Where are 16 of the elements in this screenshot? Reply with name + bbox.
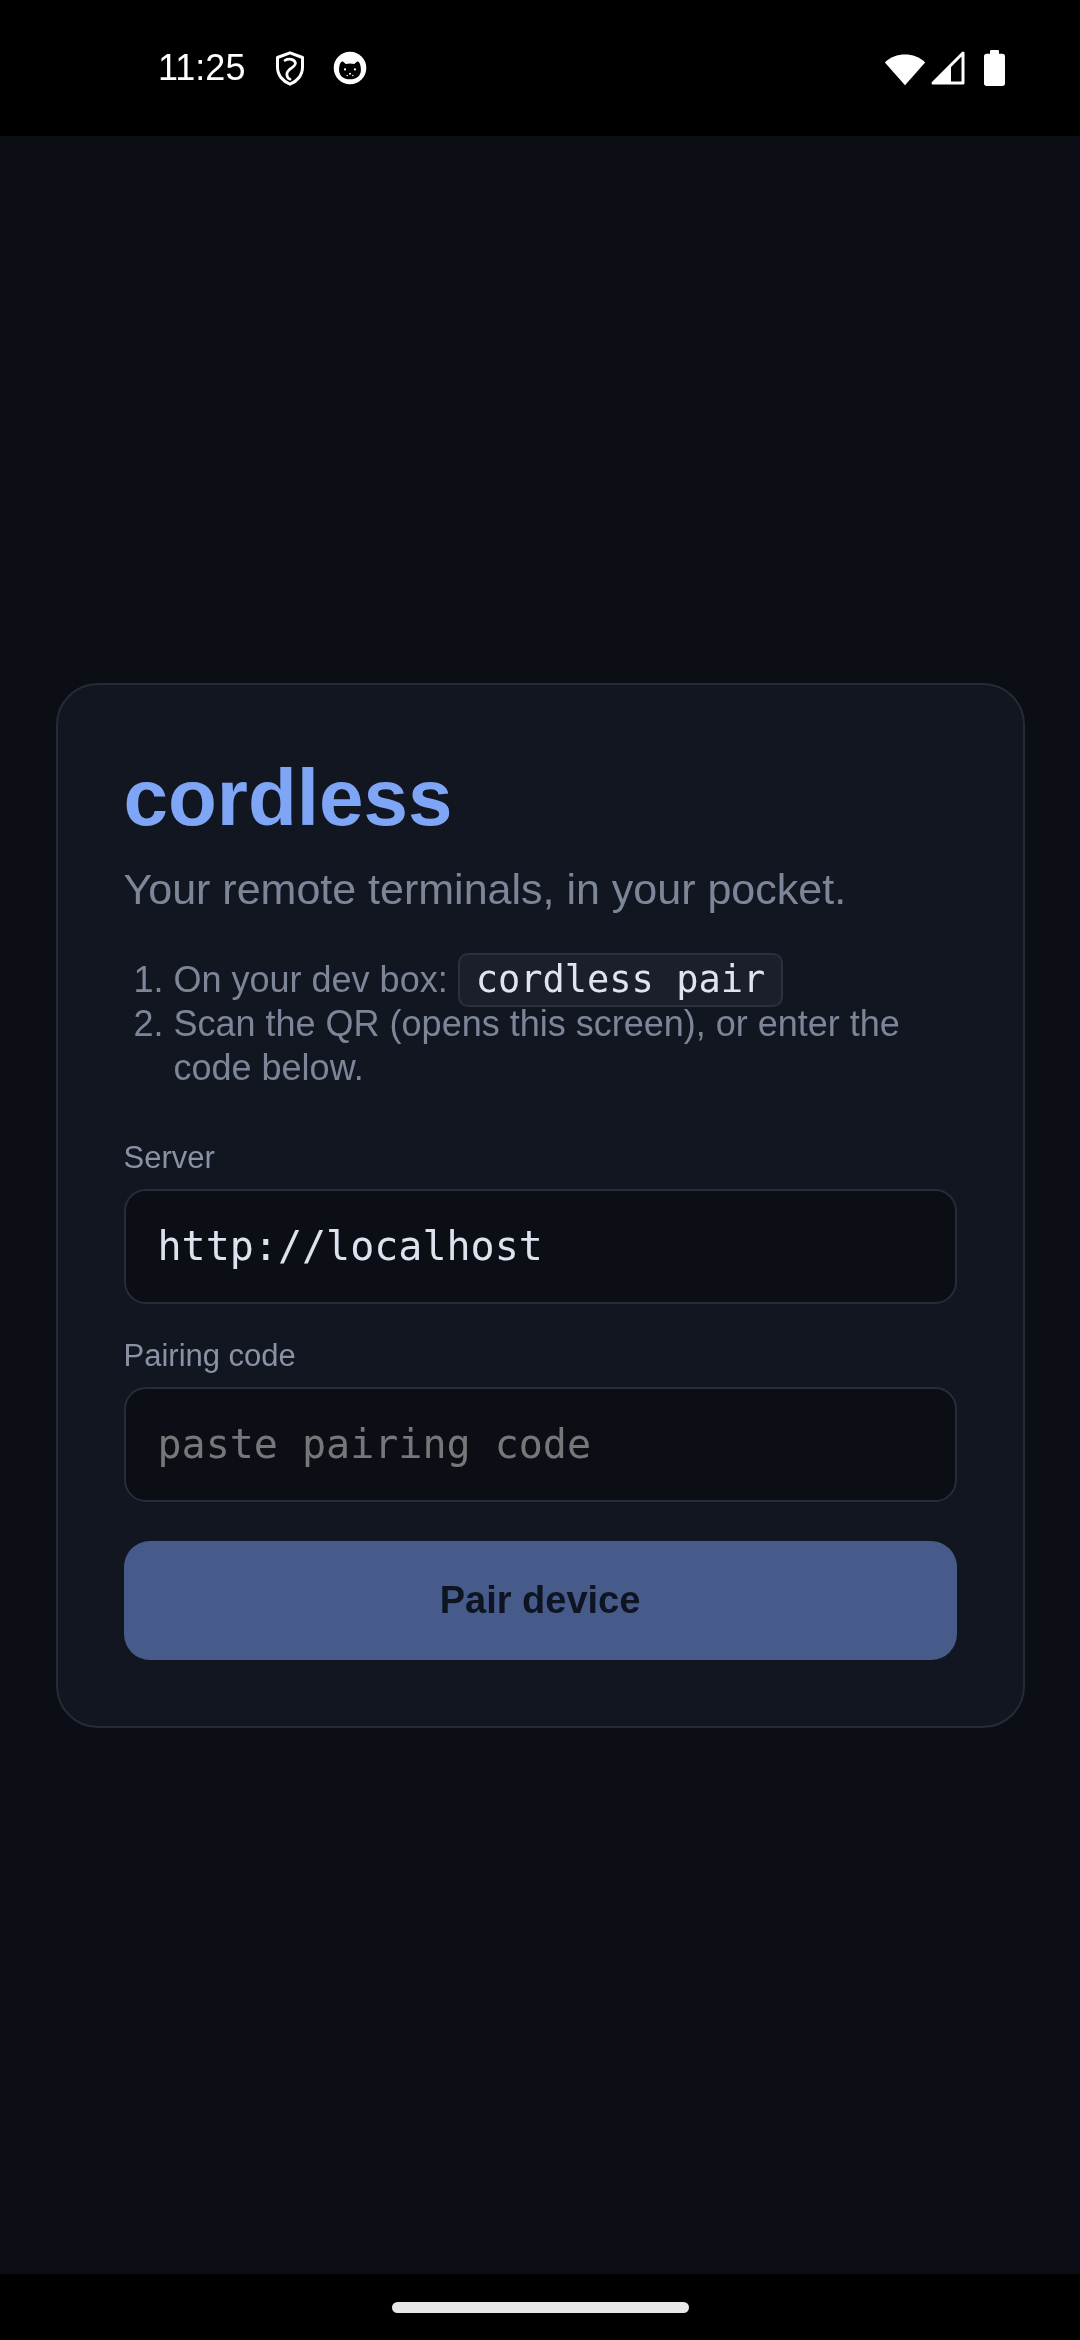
shield-icon (275, 50, 306, 86)
home-indicator[interactable] (391, 2301, 689, 2313)
step-text: On your dev box: (173, 958, 448, 1000)
field-label: Pairing code (123, 1336, 297, 1375)
signal-icon (930, 50, 966, 86)
input-field[interactable]: paste pairing code (123, 1386, 957, 1502)
step-number: 1. (132, 957, 165, 1002)
status-time: 11:25 (158, 50, 246, 86)
step-number: 2. (132, 1001, 165, 1046)
cat-face-icon (333, 51, 368, 85)
subtitle: Your remote terminals, in your pocket. (123, 863, 848, 915)
battery-icon (984, 50, 1005, 86)
app-title: cordless (123, 751, 454, 844)
input-field[interactable]: http://localhost (123, 1188, 957, 1304)
code-snippet: cordless pair (457, 952, 784, 1007)
field-label: Server (123, 1138, 216, 1177)
